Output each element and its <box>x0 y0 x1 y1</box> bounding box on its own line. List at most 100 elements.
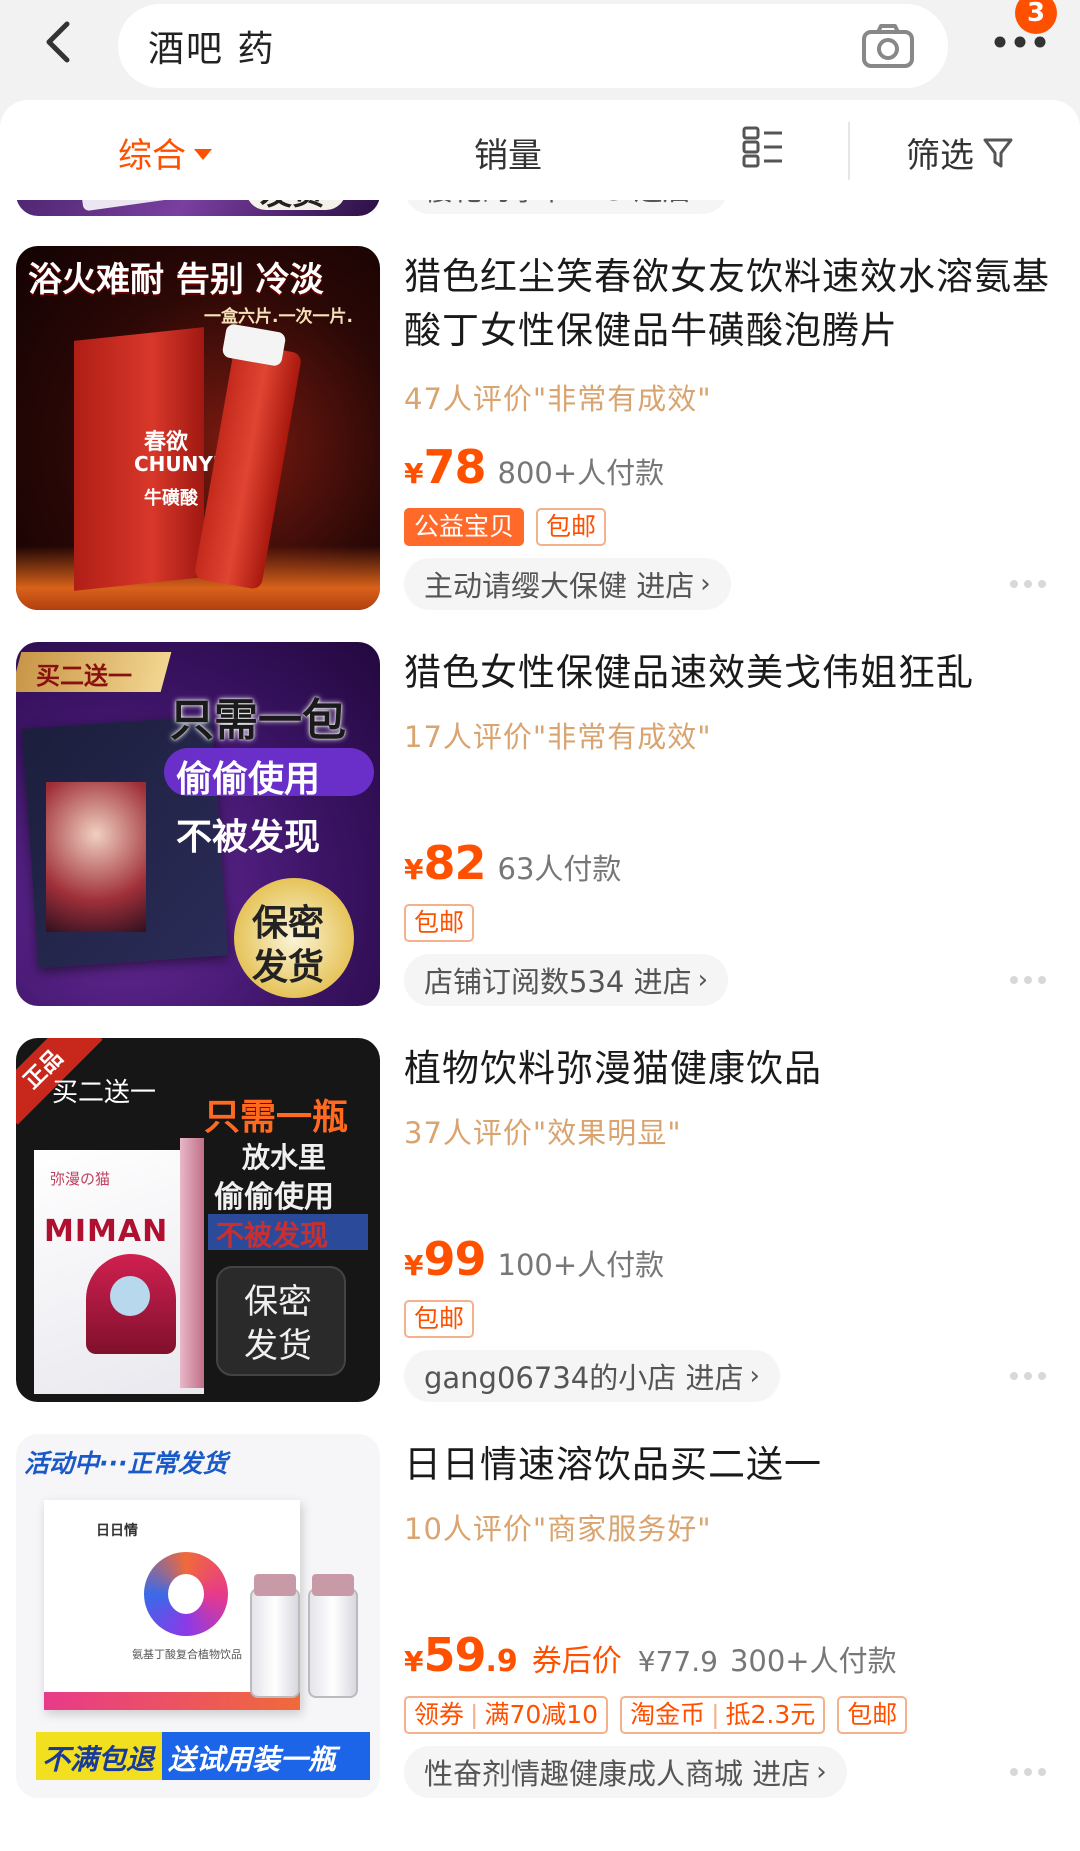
thumb-line3: 不被发现 <box>176 817 321 858</box>
product-reviews: 37人评价"效果明显" <box>404 1116 682 1150</box>
sales-count: 100+人付款 <box>497 1248 665 1282</box>
thumb-line1: 只需一包 <box>170 695 346 746</box>
price-decimal: .9 <box>485 1644 518 1679</box>
product-price: 82 <box>423 836 486 890</box>
vial-2 <box>308 1588 358 1698</box>
filter-divider <box>848 122 850 180</box>
sort-comprehensive-tab[interactable]: 综合 <box>118 128 212 177</box>
thumb-text: 发货 <box>260 200 324 214</box>
charity-tag: 公益宝贝 <box>404 508 525 546</box>
shop-name: 樱花的季节123 进店 <box>424 200 692 209</box>
currency-symbol: ¥ <box>404 457 424 490</box>
funnel-icon <box>983 138 1013 167</box>
chevron-right-icon: › <box>749 1361 760 1391</box>
product-card[interactable]: 浴火难耐 告别 冷淡 一盒六片.一次一片. 春欲 CHUNYU 牛磺酸 猎色红尘… <box>0 246 1080 642</box>
box-product: 牛磺酸 <box>144 488 198 509</box>
shop-link[interactable]: gang06734的小店 进店 › <box>404 1350 780 1402</box>
thumb-top: 活动中···正常发货 <box>24 1449 228 1478</box>
price-row: ¥ 99 100+人付款 <box>404 1232 664 1286</box>
chevron-right-icon: › <box>698 200 708 203</box>
layout-toggle-button[interactable] <box>742 126 784 168</box>
coupon-tag-a: 领券 <box>414 1700 465 1729</box>
free-shipping-tag: 包邮 <box>404 1300 475 1338</box>
product-thumbnail[interactable]: 发货 <box>16 200 380 216</box>
product-title[interactable]: 猎色女性保健品速效美戈伟姐狂乱 <box>404 646 1054 700</box>
shop-link[interactable]: 店铺订阅数534 进店 › <box>404 954 728 1006</box>
more-dots-button[interactable] <box>1010 578 1050 590</box>
tag-row: 公益宝贝 包邮 <box>404 508 607 546</box>
product-price: 99 <box>423 1232 486 1286</box>
currency-symbol: ¥ <box>404 1249 424 1282</box>
tag-row: 包邮 <box>404 904 475 942</box>
logo-center <box>168 1574 204 1614</box>
tag-row: 包邮 <box>404 1300 475 1338</box>
back-button[interactable] <box>28 12 88 72</box>
product-thumbnail[interactable]: 正品 买二送一 弥漫の猫 MIMAN 只需一瓶 放水里 偷偷使用 不被发现 保密… <box>16 1038 380 1402</box>
product-card[interactable]: 正品 买二送一 弥漫の猫 MIMAN 只需一瓶 放水里 偷偷使用 不被发现 保密… <box>0 1038 1080 1434</box>
thumb-sub: 一盒六片.一次一片. <box>204 307 353 327</box>
thumb-banner: 浴火难耐 告别 冷淡 <box>28 260 324 300</box>
product-thumbnail[interactable]: 买二送一 只需一包 偷偷使用 不被发现 保密 发货 <box>16 642 380 1006</box>
shop-link[interactable]: 樱花的季节123 进店 › <box>404 200 728 214</box>
product-card-partial[interactable]: 发货 樱花的季节123 进店 › <box>0 200 1080 220</box>
product-card[interactable]: 买二送一 只需一包 偷偷使用 不被发现 保密 发货 猎色女性保健品速效美戈伟姐狂… <box>0 642 1080 1038</box>
box-sub: 氨基丁酸复合植物饮品 <box>132 1648 242 1661</box>
product-thumbnail[interactable]: 浴火难耐 告别 冷淡 一盒六片.一次一片. 春欲 CHUNYU 牛磺酸 <box>16 246 380 610</box>
search-header: 酒吧 药 3 <box>0 0 1080 100</box>
currency-symbol: ¥ <box>404 853 424 886</box>
vial-cap-2 <box>312 1574 354 1596</box>
sort-sales-label: 销量 <box>474 136 542 176</box>
more-dots-button[interactable] <box>1010 1370 1050 1382</box>
thumb-seal2: 发货 <box>244 1326 312 1366</box>
tag-row: 领券 | 满70减10 淘金币 | 抵2.3元 包邮 <box>404 1696 908 1734</box>
thumb-bottom-left: 不满包退 <box>42 1743 155 1776</box>
thumb-seal2: 发货 <box>252 947 325 988</box>
product-title[interactable]: 猎色红尘笑春欲女友饮料速效水溶氨基酸丁女性保健品牛磺酸泡腾片 <box>404 250 1054 358</box>
sort-sales-tab[interactable]: 销量 <box>474 128 542 177</box>
shop-link[interactable]: 性奋剂情趣健康成人商城 进店 › <box>404 1746 847 1798</box>
chevron-left-icon <box>46 21 70 63</box>
coupon-price-label: 券后价 <box>531 1644 622 1679</box>
shop-link[interactable]: 主动请缨大保健 进店 › <box>404 558 731 610</box>
shop-name: 主动请缨大保健 进店 <box>424 569 695 603</box>
product-thumbnail[interactable]: 活动中···正常发货 日日情 氨基丁酸复合植物饮品 不满包退 送试用装一瓶 <box>16 1434 380 1798</box>
product-price: 59 <box>423 1628 486 1682</box>
sales-count: 63人付款 <box>497 852 622 886</box>
sort-filter-bar: 综合 销量 筛选 <box>0 100 1080 200</box>
thumb-promo: 买二送一 <box>52 1078 157 1108</box>
product-title[interactable]: 植物饮料弥漫猫健康饮品 <box>404 1042 1054 1096</box>
camera-search-button[interactable] <box>858 18 918 74</box>
price-row: ¥ 59 .9 券后价 ¥77.9 300+人付款 <box>404 1628 897 1682</box>
price-row: ¥ 78 800+人付款 <box>404 440 664 494</box>
caret-down-icon <box>194 149 212 160</box>
product-title[interactable]: 日日情速溶饮品买二送一 <box>404 1438 1054 1492</box>
coin-tag-b: 抵2.3元 <box>725 1700 816 1729</box>
coupon-tag-b: 满70减10 <box>484 1700 599 1729</box>
box-side <box>180 1138 204 1388</box>
sort-comprehensive-label: 综合 <box>118 136 186 176</box>
vial-cap-1 <box>254 1574 296 1596</box>
more-dots-button[interactable] <box>1010 1766 1050 1778</box>
thumb-bottom-right: 送试用装一瓶 <box>168 1743 337 1776</box>
thumb-line4: 不被发现 <box>216 1219 329 1252</box>
free-shipping-tag: 包邮 <box>536 508 607 546</box>
thumb-line2: 偷偷使用 <box>176 759 321 800</box>
coin-tag: 淘金币 | 抵2.3元 <box>620 1696 826 1734</box>
price-row: ¥ 82 63人付款 <box>404 836 621 890</box>
box-name: MIMAN <box>44 1214 169 1249</box>
more-dots-icon <box>994 36 1046 48</box>
box-portrait <box>46 782 146 932</box>
chevron-right-icon: › <box>697 965 708 995</box>
list-view-icon <box>742 126 782 168</box>
more-dots-button[interactable] <box>1010 974 1050 986</box>
coupon-tag[interactable]: 领券 | 满70减10 <box>404 1696 609 1734</box>
shop-name: gang06734的小店 进店 <box>424 1361 744 1395</box>
product-reviews: 17人评价"非常有成效" <box>404 720 712 754</box>
filter-button[interactable]: 筛选 <box>906 128 1014 177</box>
currency-symbol: ¥ <box>404 1645 424 1678</box>
chevron-right-icon: › <box>700 569 711 599</box>
camera-icon <box>862 24 914 68</box>
search-input[interactable]: 酒吧 药 <box>118 4 948 88</box>
product-card[interactable]: 活动中···正常发货 日日情 氨基丁酸复合植物饮品 不满包退 送试用装一瓶 日日… <box>0 1434 1080 1830</box>
box-brand: 日日情 <box>96 1523 138 1539</box>
